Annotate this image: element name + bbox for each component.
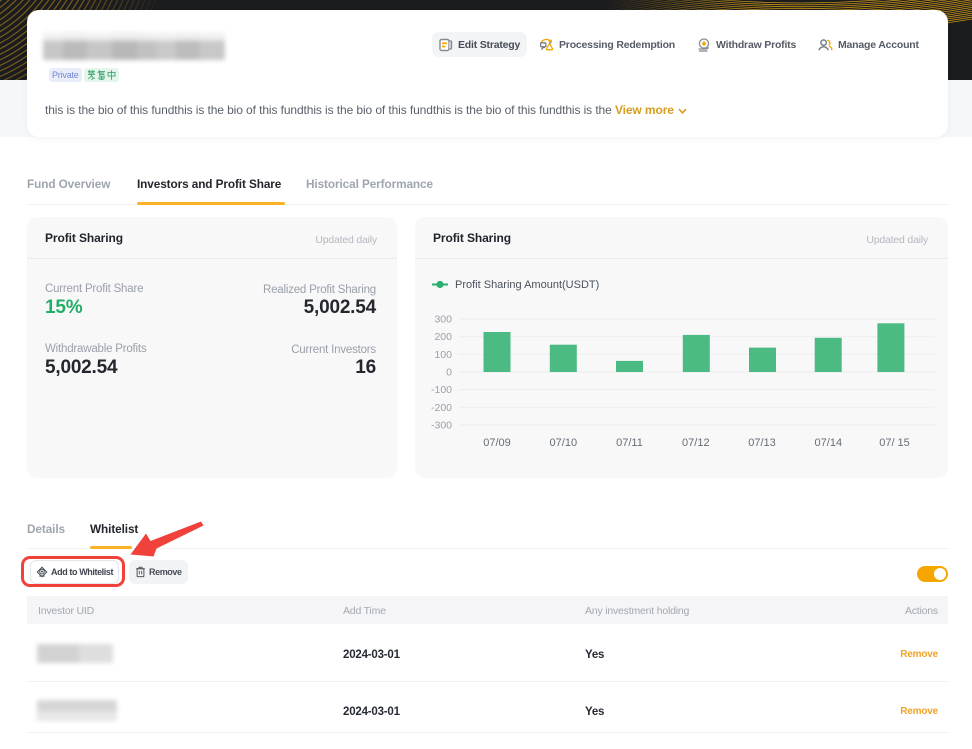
svg-text:-100: -100 (431, 384, 452, 396)
svg-text:0: 0 (446, 367, 452, 379)
svg-text:Profit Sharing Amount(USDT): Profit Sharing Amount(USDT) (455, 279, 599, 291)
svg-text:07/13: 07/13 (748, 437, 776, 449)
svg-text:07/ 15: 07/ 15 (879, 437, 910, 449)
svg-text:-300: -300 (431, 420, 452, 432)
svg-text:07/14: 07/14 (815, 437, 843, 449)
svg-text:07/11: 07/11 (616, 437, 643, 449)
svg-text:100: 100 (434, 349, 452, 361)
svg-text:300: 300 (434, 314, 452, 326)
svg-text:07/12: 07/12 (682, 437, 710, 449)
svg-text:07/10: 07/10 (550, 437, 578, 449)
svg-text:200: 200 (434, 331, 452, 343)
svg-text:-200: -200 (431, 402, 452, 414)
svg-text:07/09: 07/09 (483, 437, 511, 449)
